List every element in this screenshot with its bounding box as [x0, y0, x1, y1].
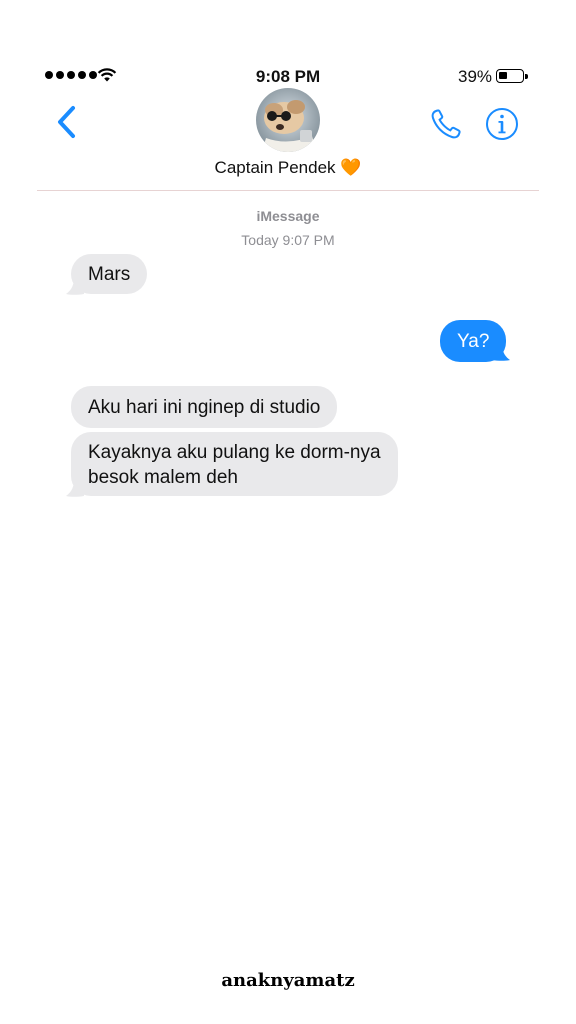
message-text: Ya?: [457, 330, 490, 352]
message-bubble-received[interactable]: Aku hari ini nginep di studio: [71, 386, 338, 428]
message-text: Aku hari ini nginep di studio: [88, 396, 321, 418]
message-text-line: besok malem deh: [88, 467, 238, 488]
chevron-left-icon[interactable]: [52, 104, 82, 140]
battery-icon: [496, 69, 524, 83]
avatar-image: [256, 88, 320, 152]
battery-percent: 39%: [458, 67, 493, 86]
message-text: Mars: [88, 263, 131, 285]
header-divider: [37, 190, 539, 191]
contact-avatar[interactable]: [256, 88, 320, 152]
contact-name-text: Captain Pendek: [214, 158, 336, 177]
service-label: iMessage: [256, 208, 320, 224]
message-bubble-received[interactable]: Mars: [71, 254, 148, 294]
message-bubble-sent[interactable]: Ya?: [440, 320, 507, 362]
heart-emoji-icon: 🧡: [340, 158, 362, 177]
battery-level: [499, 72, 507, 79]
watermark-text: anaknyamatz: [221, 970, 355, 991]
phone-icon[interactable]: [428, 106, 464, 142]
status-bar: 9:08 PM 39%: [0, 66, 576, 88]
contact-name[interactable]: Captain Pendek 🧡: [0, 158, 576, 178]
info-icon[interactable]: [484, 106, 520, 142]
battery-tip: [525, 74, 528, 79]
message-bubble-received[interactable]: Kayaknya aku pulang ke dorm-nya besok ma…: [71, 432, 398, 496]
message-text-line: Kayaknya aku pulang ke dorm-nya: [88, 442, 381, 463]
conversation-timestamp: Today 9:07 PM: [241, 232, 335, 248]
